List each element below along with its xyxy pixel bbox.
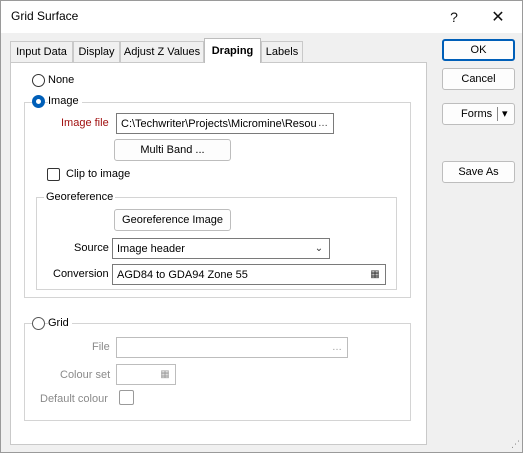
source-select[interactable]: Image header ⌄: [112, 238, 330, 259]
clip-to-image-checkbox[interactable]: [47, 168, 60, 181]
tab-draping[interactable]: Draping: [204, 38, 261, 63]
chevron-down-icon[interactable]: ⌄: [310, 240, 328, 257]
conversion-label: Conversion: [53, 268, 109, 280]
colour-set-label: Colour set: [60, 369, 111, 381]
image-file-field[interactable]: C:\Techwriter\Projects\Micromine\Resou …: [116, 113, 334, 134]
tab-display[interactable]: Display: [73, 41, 120, 62]
forms-label: Forms: [461, 108, 493, 120]
default-colour-label: Default colour: [40, 393, 108, 405]
tab-adjust-z-values[interactable]: Adjust Z Values: [120, 41, 204, 62]
chevron-down-icon[interactable]: ▾: [502, 107, 508, 120]
tab-labels[interactable]: Labels: [261, 41, 303, 62]
grid-surface-dialog: Grid Surface ? ✕ Input Data Display Adju…: [0, 0, 523, 453]
grid-radio[interactable]: [32, 317, 45, 330]
image-label: Image: [48, 95, 82, 107]
ok-button[interactable]: OK: [442, 39, 515, 61]
save-as-button[interactable]: Save As: [442, 161, 515, 183]
file-label: File: [92, 341, 110, 353]
resize-grip-icon[interactable]: ⋰: [511, 439, 520, 450]
none-radio[interactable]: [32, 74, 45, 87]
title-bar: Grid Surface ? ✕: [1, 1, 522, 33]
source-label: Source: [74, 242, 109, 254]
georeference-group-label: Georeference: [44, 191, 116, 203]
browse-icon[interactable]: …: [328, 339, 346, 356]
source-value: Image header: [117, 242, 185, 255]
georeference-image-button[interactable]: Georeference Image: [114, 209, 231, 231]
conversion-field[interactable]: AGD84 to GDA94 Zone 55 ▦: [112, 264, 386, 285]
multi-band-button[interactable]: Multi Band ...: [114, 139, 231, 161]
clip-to-image-label: Clip to image: [66, 168, 131, 180]
default-colour-swatch[interactable]: [119, 390, 134, 405]
draping-panel: None Image Image file C:\Techwriter\Proj…: [10, 62, 427, 445]
table-icon[interactable]: ▦: [366, 266, 384, 283]
colour-set-field[interactable]: ▦: [116, 364, 176, 385]
close-button[interactable]: ✕: [476, 1, 520, 33]
window-title: Grid Surface: [11, 9, 79, 23]
image-radio[interactable]: [32, 95, 45, 108]
table-icon[interactable]: ▦: [156, 366, 174, 383]
none-label: None: [48, 74, 75, 86]
help-button[interactable]: ?: [432, 1, 476, 33]
image-file-value: C:\Techwriter\Projects\Micromine\Resou: [121, 117, 317, 130]
conversion-value: AGD84 to GDA94 Zone 55: [117, 268, 248, 281]
file-field[interactable]: …: [116, 337, 348, 358]
grid-label: Grid: [48, 317, 72, 329]
cancel-button[interactable]: Cancel: [442, 68, 515, 90]
forms-split-separator: [497, 107, 498, 121]
image-file-label: Image file: [61, 117, 109, 129]
tab-input-data[interactable]: Input Data: [10, 41, 73, 62]
browse-icon[interactable]: …: [314, 115, 332, 132]
